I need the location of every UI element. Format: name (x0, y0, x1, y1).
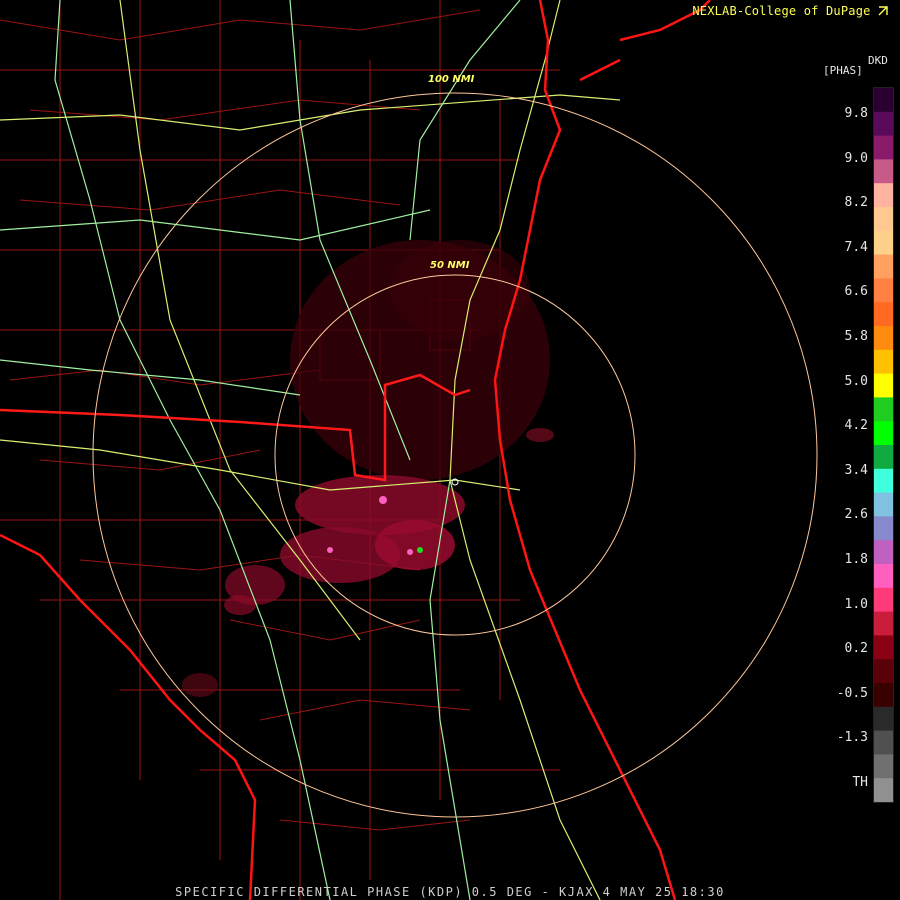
credit-header: NEXLAB-College of DuPage (692, 4, 888, 18)
legend-color-swatch (874, 445, 893, 470)
logo-arrow-icon (878, 6, 888, 16)
legend-color-swatch (874, 135, 893, 160)
legend-tick-label: 7.4 (844, 239, 868, 255)
legend-color-swatch (874, 778, 893, 802)
legend-tick-label: 9.8 (844, 106, 868, 121)
legend-color-swatch (874, 207, 893, 232)
legend-tick-label: TH (852, 775, 868, 790)
legend-tick-label: 5.8 (844, 329, 868, 344)
legend-tick-label: 1.8 (844, 552, 868, 567)
legend-color-swatch (874, 326, 893, 351)
legend-color-swatch (874, 183, 893, 208)
legend-tick-label: 5.0 (844, 373, 868, 389)
legend-color-swatch (874, 230, 893, 256)
legend-color-swatch (874, 397, 893, 422)
legend-color-swatch (874, 659, 893, 684)
legend-color-swatch (874, 492, 893, 517)
legend-color-swatch (874, 706, 893, 732)
legend-color-swatch (874, 516, 893, 541)
legend-tick-label: 3.4 (844, 462, 868, 478)
legend-tick-label: 9.0 (844, 150, 868, 166)
legend-color-swatch (874, 564, 893, 589)
range-ring-label-100: 100 NMI (428, 74, 475, 85)
legend-color-swatch (874, 587, 893, 613)
legend-color-swatch (874, 540, 893, 565)
radar-echoes (182, 240, 554, 697)
kdp-max-point (417, 547, 423, 553)
credit-text: NEXLAB-College of DuPage (692, 4, 871, 18)
legend-color-swatch (874, 468, 893, 494)
legend-color-swatch (874, 278, 893, 303)
legend-color-swatch (874, 421, 893, 446)
legend-color-swatch (874, 754, 893, 779)
legend-color-swatch (874, 159, 893, 184)
legend-color-swatch (874, 302, 893, 327)
legend-tick-label: 4.2 (844, 418, 868, 434)
legend-color-swatch (874, 349, 893, 375)
legend-color-swatch (874, 111, 893, 137)
radar-map (0, 0, 818, 900)
legend-color-swatch (874, 683, 893, 708)
product-caption: SPECIFIC DIFFERENTIAL PHASE (KDP) 0.5 DE… (175, 885, 725, 899)
legend-tick-label: -0.5 (836, 685, 868, 701)
legend-color-swatch (874, 611, 893, 636)
legend-tick-label: 1.0 (844, 596, 868, 612)
legend-color-swatch (874, 254, 893, 279)
legend-tick-label: 0.2 (844, 641, 868, 657)
legend-units: [PHAS] (823, 64, 863, 77)
legend-tick-label: 2.6 (844, 507, 868, 523)
legend-color-swatch (874, 730, 893, 755)
legend-tick-label: 8.2 (844, 195, 868, 211)
legend-tick-label: 6.6 (844, 284, 868, 300)
legend-color-swatch (874, 635, 893, 660)
legend-color-swatch (874, 373, 893, 398)
legend-colorbar (873, 87, 894, 803)
legend-tick-label: -1.3 (836, 730, 868, 746)
legend-product-code: DKD (868, 54, 888, 67)
legend-color-swatch (874, 88, 893, 113)
range-ring-label-50: 50 NMI (430, 260, 470, 271)
